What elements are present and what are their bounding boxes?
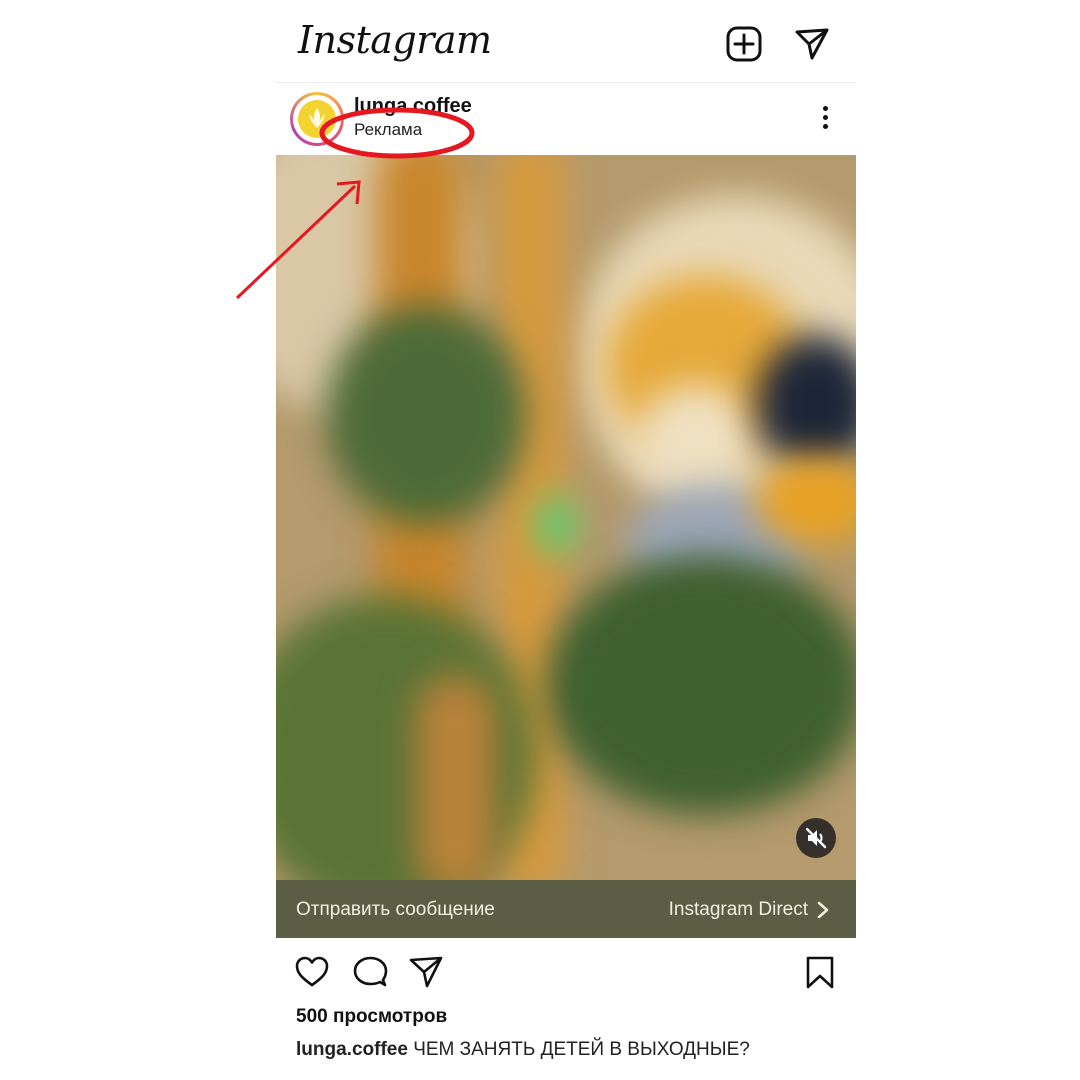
avatar[interactable] <box>290 92 344 146</box>
instagram-logo[interactable]: Instagram <box>298 18 492 62</box>
post-username[interactable]: lunga.coffee <box>354 95 472 118</box>
sponsored-label: Реклама <box>354 120 423 139</box>
avatar-ring-inner <box>293 95 341 143</box>
post-actions <box>276 950 856 994</box>
caption-username[interactable]: lunga.coffee <box>296 1039 408 1060</box>
cta-left-label: Отправить сообщение <box>296 899 495 920</box>
mute-button[interactable] <box>796 818 836 858</box>
send-message-cta[interactable]: Отправить сообщение Instagram Direct <box>276 880 856 938</box>
post-header: lunga.coffee Реклама <box>276 82 856 155</box>
speaker-muted-icon <box>805 827 827 849</box>
media-leaf-1 <box>326 305 526 525</box>
media-branch-3 <box>416 675 496 880</box>
instagram-feed-screen: Instagram lunga.coffee Реклама Отправить… <box>276 0 856 1080</box>
views-count: 500 просмотров <box>296 1006 448 1027</box>
share-icon[interactable] <box>408 954 444 990</box>
top-bar: Instagram <box>276 0 856 83</box>
lunga-logo-icon <box>298 100 336 138</box>
media-green-light <box>536 495 576 555</box>
heart-icon[interactable] <box>294 954 330 990</box>
direct-send-icon[interactable] <box>792 24 832 64</box>
media-hat <box>636 385 756 495</box>
comment-icon[interactable] <box>352 954 388 990</box>
page: Instagram lunga.coffee Реклама Отправить… <box>0 0 1080 1080</box>
post-video[interactable] <box>276 155 856 880</box>
post-caption: lunga.coffee ЧЕМ ЗАНЯТЬ ДЕТЕЙ В ВЫХОДНЫЕ… <box>296 1039 750 1061</box>
media-leaf-2 <box>546 555 856 815</box>
bookmark-icon[interactable] <box>802 954 838 990</box>
cta-right-label: Instagram Direct <box>668 899 808 920</box>
new-post-plus-icon[interactable] <box>724 24 764 64</box>
more-vertical-icon[interactable] <box>820 106 830 134</box>
caption-text: ЧЕМ ЗАНЯТЬ ДЕТЕЙ В ВЫХОДНЫЕ? <box>413 1039 750 1060</box>
chevron-right-icon <box>817 901 829 919</box>
